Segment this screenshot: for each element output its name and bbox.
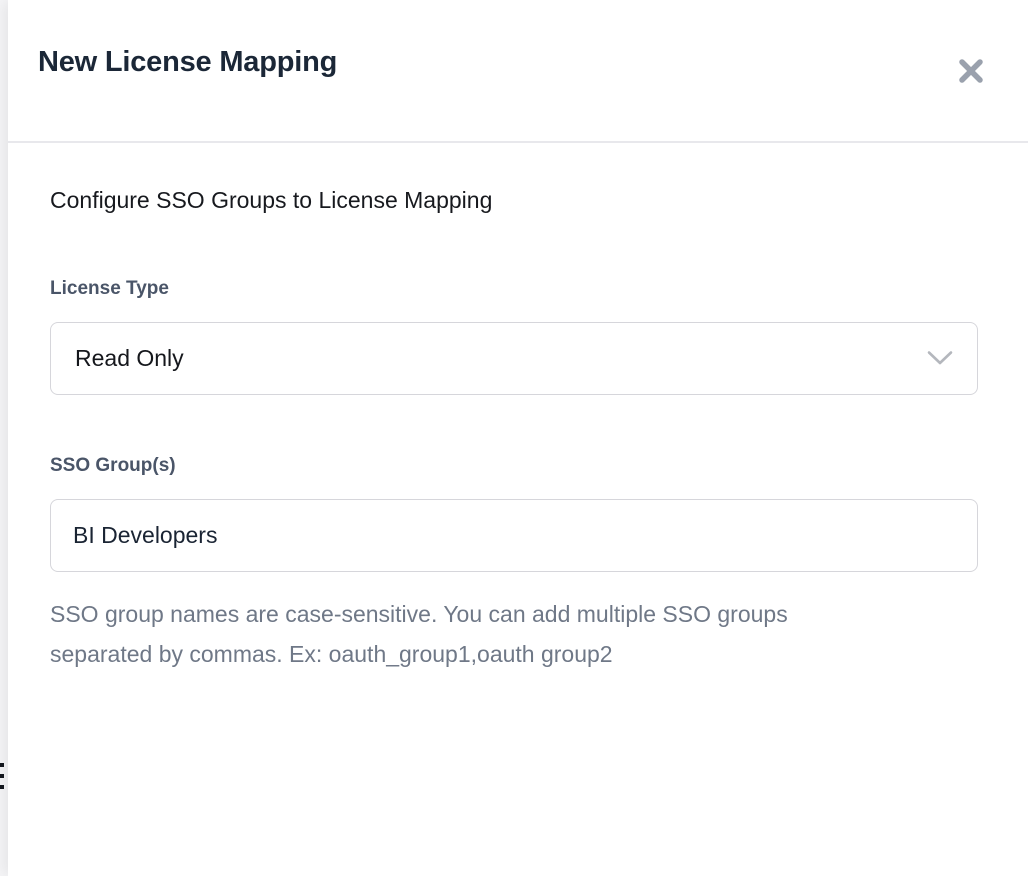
clipped-list-icon-dash <box>0 785 4 789</box>
new-license-mapping-modal: New License Mapping Configure SSO Groups… <box>8 0 1028 876</box>
chevron-down-icon <box>927 345 953 372</box>
clipped-list-icon-dash <box>0 763 4 767</box>
modal-description: Configure SSO Groups to License Mapping <box>50 187 978 214</box>
sso-groups-field-group: SSO Group(s) SSO group names are case-se… <box>50 455 978 674</box>
close-button[interactable] <box>952 52 990 90</box>
sso-groups-label: SSO Group(s) <box>50 455 978 477</box>
license-type-selected-value: Read Only <box>75 345 184 372</box>
modal-body: Configure SSO Groups to License Mapping … <box>8 143 1028 674</box>
close-icon <box>956 74 986 89</box>
license-type-field-group: License Type Read Only <box>50 278 978 395</box>
license-type-label: License Type <box>50 278 978 300</box>
sso-groups-help-text: SSO group names are case-sensitive. You … <box>50 594 895 674</box>
modal-title: New License Mapping <box>38 46 337 79</box>
clipped-list-icon-dash <box>0 774 4 778</box>
license-type-select[interactable]: Read Only <box>50 322 978 395</box>
modal-header: New License Mapping <box>8 0 1028 143</box>
sso-groups-input[interactable] <box>50 499 978 572</box>
